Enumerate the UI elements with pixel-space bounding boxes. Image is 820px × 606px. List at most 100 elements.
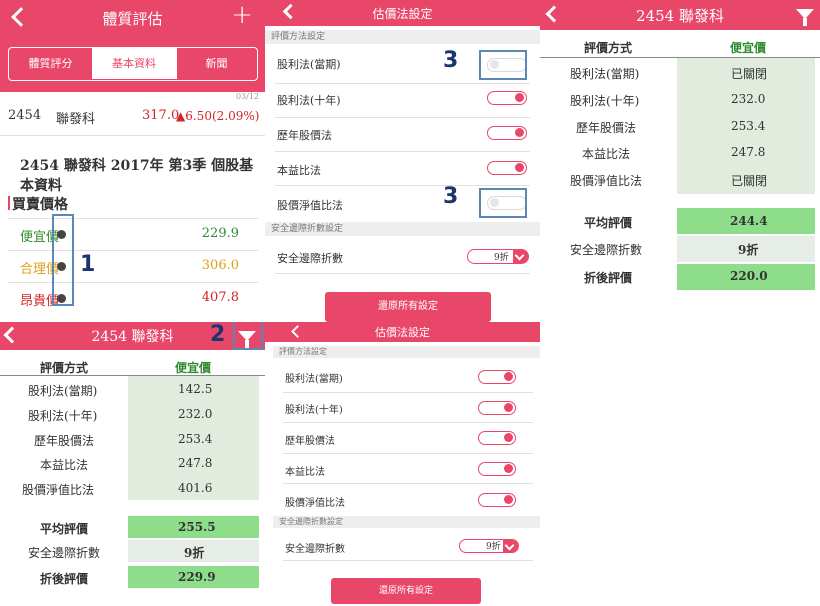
safety-dropdown-value: 9折 [494,253,509,263]
header-bar: 估價法設定 [265,322,540,342]
divider [275,151,530,152]
method-label: 股價淨值比法 [22,483,95,497]
toggle-historical-price[interactable] [478,431,516,445]
panel-method-settings-all-on: 估價法設定 評價方法設定 股利法(當期) 股利法(十年) 歷年股價法 本益比法 … [265,322,540,606]
toggle-pe-ratio[interactable] [487,161,527,175]
safety-label: 安全邊際折數 [28,546,101,560]
method-item: 股利法(當期) [277,58,341,71]
report-headline: 2454 聯發科 2017年 第3季 個股基本資料 [20,158,254,194]
divider [275,273,530,274]
filter-icon[interactable] [796,9,814,26]
divider [283,560,533,561]
add-icon[interactable]: + [231,0,253,30]
avg-label: 平均評價 [584,216,633,230]
method-value: 247.8 [731,145,766,159]
divider [283,483,533,484]
tab-news[interactable]: 新聞 [176,48,256,79]
section-marker [8,196,10,210]
section-header-methods: 評價方法設定 [273,346,540,358]
toggle-historical-price[interactable] [487,126,527,140]
page-title: 估價法設定 [372,7,433,21]
method-item: 歷年股價法 [277,129,332,142]
method-value: 253.4 [731,119,766,133]
avg-label: 平均評價 [40,522,89,536]
after-value: 220.0 [730,269,768,283]
stock-price: 317.0 [142,108,180,123]
method-item: 股價淨值比法 [277,199,343,212]
price-value-expensive: 407.8 [201,290,239,305]
annotation-box-1 [52,214,74,306]
method-label: 股利法(十年) [570,94,640,108]
safety-label: 安全邊際折數 [277,252,343,265]
stock-change: ▲6.50(2.09%) [176,109,260,123]
divider [8,250,258,251]
reset-button[interactable]: 還原所有設定 [331,578,481,604]
avg-value: 244.4 [730,214,768,228]
after-label: 折後評價 [584,271,633,285]
annotation-number-2: 2 [210,322,226,347]
safety-dropdown-value: 9折 [486,542,501,552]
method-item: 本益比法 [277,164,321,177]
tab-basic-info[interactable]: 基本資料 [92,48,176,79]
page-title: 體質評估 [102,10,163,28]
toggle-dividend-ten-year[interactable] [478,401,516,415]
method-value: 247.8 [178,456,213,470]
divider [283,453,533,454]
section-header-safety: 安全邊際折數設定 [273,516,540,528]
divider [0,135,265,136]
col-header-method: 評價方式 [584,41,633,55]
divider [275,83,530,84]
divider [8,282,258,283]
reset-button[interactable]: 還原所有設定 [325,292,491,322]
annotation-box-2 [233,322,263,350]
divider [283,422,533,423]
annotation-number-3a: 3 [443,48,459,73]
safety-dropdown[interactable]: 9折 [467,249,529,264]
method-value: 142.5 [178,382,213,396]
chevron-down-icon [513,250,528,263]
page-title: 2454 聯發科 [636,7,724,25]
col-header-cheap: 便宜價 [730,41,767,55]
safety-label: 安全邊際折數 [285,544,345,555]
method-value: 232.0 [731,92,766,106]
panel-quality-assessment: 體質評估 + 體質評分 基本資料 新聞 03/12 2454 聯發科 317.0… [0,0,265,322]
method-label: 股利法(當期) [570,67,640,81]
panel-valuation-result: 2454 聯發科 評價方式 便宜價 股利法(當期) 已關閉 股利法(十年) 23… [540,0,820,606]
method-label: 股利法(十年) [28,409,98,423]
method-item: 股利法(當期) [285,374,343,385]
method-label: 歷年股價法 [576,121,637,135]
method-item: 歷年股價法 [285,436,335,447]
annotation-number-1: 1 [80,252,96,277]
col-header-method: 評價方式 [40,361,89,375]
page-title: 估價法設定 [375,326,430,339]
safety-value: 9折 [738,243,759,257]
method-value: 已關閉 [731,174,768,188]
header-bar: 2454 聯發科 [540,0,820,30]
col-header-cheap: 便宜價 [175,361,212,375]
after-label: 折後評價 [40,572,89,586]
quote-date: 03/12 [235,92,259,101]
annotation-box-3a [479,50,527,80]
toggle-pb-ratio[interactable] [478,493,516,507]
method-label: 歷年股價法 [34,434,95,448]
method-label: 股價淨值比法 [570,174,643,188]
toggle-dividend-ten-year[interactable] [487,91,527,105]
method-label: 本益比法 [40,458,89,472]
annotation-box-3b [479,188,527,218]
method-value: 401.6 [178,481,213,495]
method-label: 本益比法 [582,147,631,161]
section-title: 買賣價格 [12,197,68,213]
header-bar: 估價法設定 [265,0,540,26]
after-value: 229.9 [178,570,216,584]
panel-valuation-table: 2454 聯發科 2 評價方式 便宜價 股利法(當期) 142.5 股利法(十年… [0,322,265,606]
annotation-number-3b: 3 [443,184,459,209]
tab-score[interactable]: 體質評分 [9,48,92,79]
safety-dropdown[interactable]: 9折 [459,539,519,553]
chevron-down-icon [503,540,518,552]
toggle-dividend-current[interactable] [478,370,516,384]
avg-value: 255.5 [178,520,216,534]
header-bar: 體質評估 + [0,0,265,36]
toggle-pe-ratio[interactable] [478,462,516,476]
method-item: 股價淨值比法 [285,498,345,509]
price-value-cheap: 229.9 [201,226,239,241]
